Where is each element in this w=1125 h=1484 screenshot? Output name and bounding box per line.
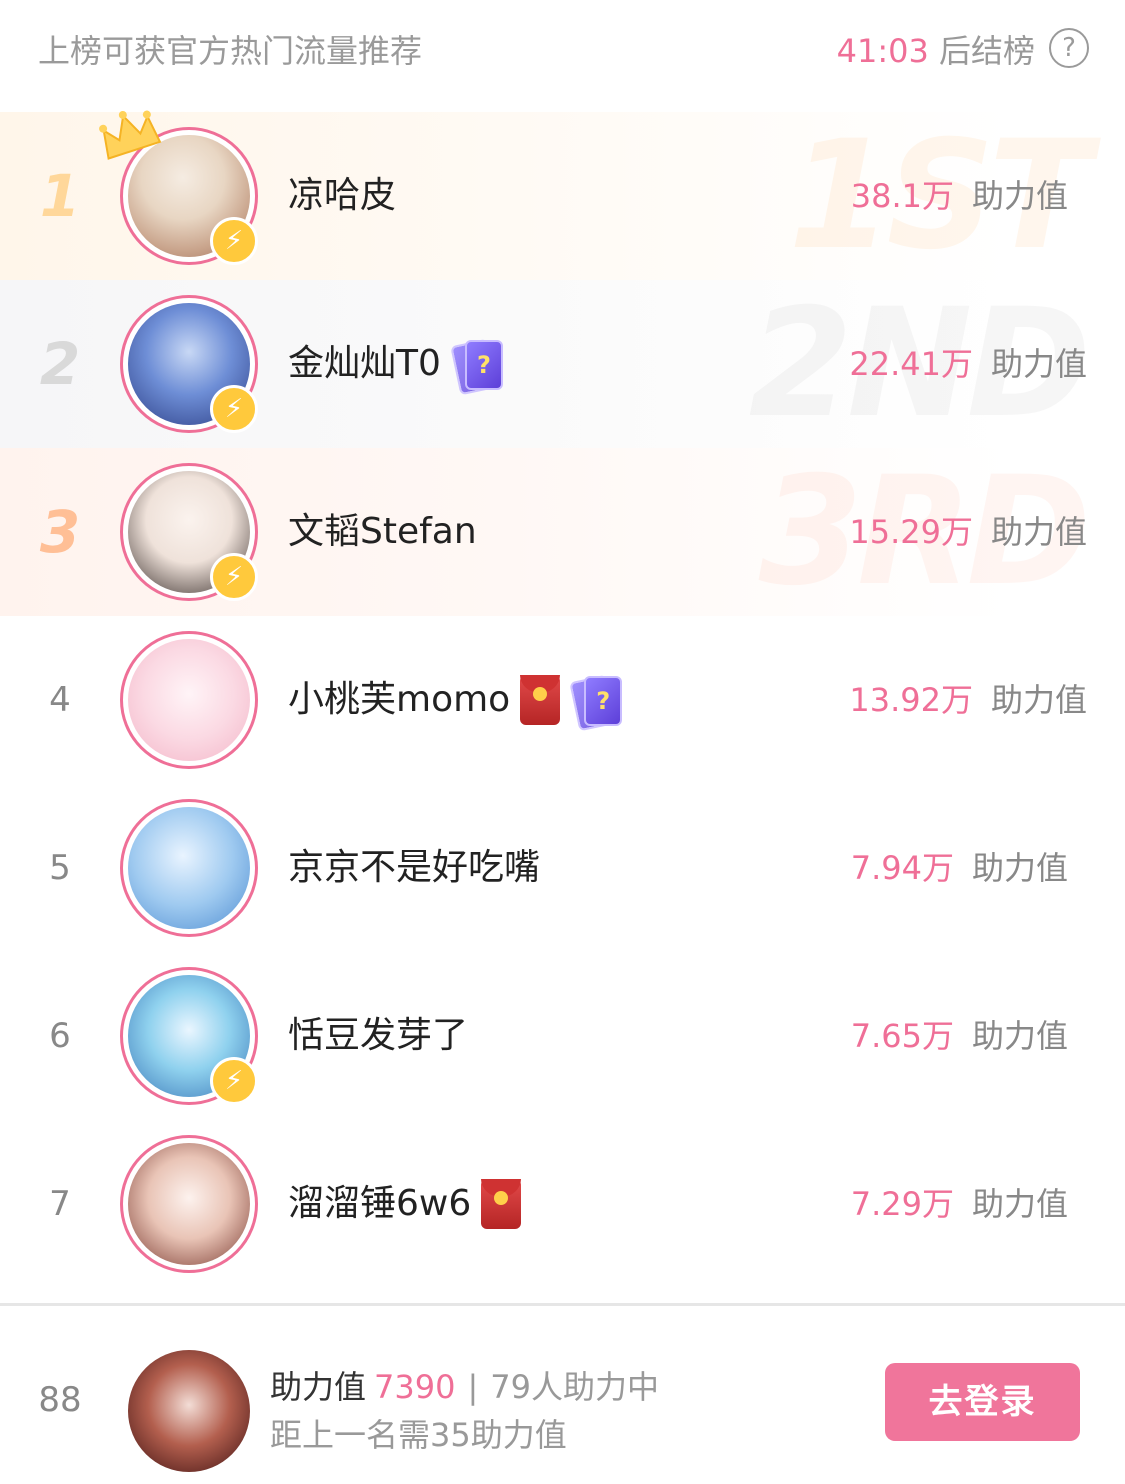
score-value: 38.1万 bbox=[850, 177, 954, 215]
rank-number: 7 bbox=[49, 1184, 71, 1224]
score-value: 13.92万 bbox=[849, 681, 973, 719]
avatar[interactable]: ⚡ bbox=[120, 967, 258, 1105]
mystery-card-icon: ? bbox=[450, 338, 503, 396]
score-unit: 助力值 bbox=[971, 849, 1068, 887]
lightning-bolt-icon: ⚡ bbox=[210, 553, 258, 601]
score-value: 7.29万 bbox=[850, 1185, 954, 1223]
score: 22.41万 助力值 bbox=[849, 280, 1087, 448]
my-rank-number: 88 bbox=[38, 1380, 82, 1420]
ranking-row[interactable]: 6 ⚡ 恬豆发芽了 7.65万 助力值 bbox=[0, 952, 1125, 1120]
my-score-label: 助力值 bbox=[270, 1368, 367, 1406]
user-name: 小桃芙momo ? bbox=[288, 616, 623, 784]
rank-number: 4 bbox=[49, 680, 71, 720]
helper-count: 79人助力中 bbox=[490, 1368, 659, 1406]
user-name: 京京不是好吃嘴 bbox=[288, 847, 541, 888]
user-name: 金灿灿T0 ? bbox=[288, 280, 503, 448]
score-value: 7.94万 bbox=[850, 849, 954, 887]
score: 15.29万 助力值 bbox=[849, 448, 1087, 616]
rank-number: 3 bbox=[39, 498, 81, 566]
my-score-line: 助力值 7390 | 79人助力中 bbox=[270, 1362, 659, 1408]
avatar[interactable]: ⚡ bbox=[99, 110, 258, 265]
score-unit: 助力值 bbox=[990, 513, 1087, 551]
countdown-suffix: 后结榜 bbox=[928, 32, 1035, 70]
ranking-list: 1ST 1 ⚡ 凉哈皮 38.1万助力值 2ND 2 ⚡ 金灿灿T0 ? 22.… bbox=[0, 110, 1125, 1288]
my-score-value: 7390 bbox=[374, 1368, 456, 1406]
avatar[interactable]: ⚡ bbox=[120, 463, 258, 601]
my-ranking-bar: 88 助力值 7390 | 79人助力中 距上一名需35助力值 去登录 bbox=[0, 1306, 1125, 1480]
ranking-row[interactable]: 3RD 3 ⚡ 文韬Stefan 15.29万 助力值 bbox=[0, 448, 1125, 616]
countdown: 41:03 后结榜 bbox=[837, 26, 1035, 72]
score: 7.29万 助力值 bbox=[851, 1120, 1068, 1288]
score: 7.65万 助力值 bbox=[851, 952, 1068, 1120]
user-name: 溜溜锤6w6 bbox=[288, 1120, 522, 1288]
score-unit: 助力值 bbox=[990, 681, 1087, 719]
rank-number: 1 bbox=[39, 162, 81, 230]
avatar[interactable] bbox=[120, 1135, 258, 1273]
score-unit: 助力值 bbox=[990, 345, 1087, 383]
ranking-row[interactable]: 1ST 1 ⚡ 凉哈皮 38.1万 助力值 bbox=[0, 110, 1125, 280]
lightning-bolt-icon: ⚡ bbox=[210, 385, 258, 433]
my-avatar[interactable] bbox=[120, 1342, 258, 1480]
score-value: 22.41万 bbox=[849, 345, 973, 383]
lightning-bolt-icon: ⚡ bbox=[210, 1057, 258, 1105]
score-value: 15.29万 bbox=[849, 513, 973, 551]
score-unit: 助力值 bbox=[971, 1185, 1068, 1223]
score-unit: 助力值 bbox=[971, 1017, 1068, 1055]
score-unit: 助力值 bbox=[971, 177, 1068, 215]
help-icon[interactable]: ? bbox=[1049, 28, 1089, 68]
red-envelope-icon bbox=[481, 1179, 522, 1229]
score: 7.94万 助力值 bbox=[851, 784, 1068, 952]
user-name: 凉哈皮 bbox=[288, 175, 397, 216]
mystery-card-icon: ? bbox=[569, 674, 623, 732]
avatar[interactable]: ⚡ bbox=[120, 295, 258, 433]
rank-number: 5 bbox=[49, 848, 71, 888]
user-name: 恬豆发芽了 bbox=[288, 1015, 469, 1056]
rank-number: 6 bbox=[49, 1016, 71, 1056]
gap-to-previous: 距上一名需35助力值 bbox=[270, 1416, 567, 1454]
header: 上榜可获官方热门流量推荐 41:03 后结榜 ? bbox=[0, 0, 1125, 100]
score: 13.92万 助力值 bbox=[849, 616, 1087, 784]
ranking-row[interactable]: 5 京京不是好吃嘴 7.94万 助力值 bbox=[0, 784, 1125, 952]
score-value: 7.65万 bbox=[850, 1017, 954, 1055]
login-button[interactable]: 去登录 bbox=[885, 1363, 1080, 1441]
rank-number: 2 bbox=[39, 330, 81, 398]
separator: | bbox=[467, 1368, 479, 1406]
ranking-row[interactable]: 2ND 2 ⚡ 金灿灿T0 ? 22.41万助力值 bbox=[0, 280, 1125, 448]
ranking-row[interactable]: 4 小桃芙momo ? 13.92万 助力值 bbox=[0, 616, 1125, 784]
ranking-row[interactable]: 7 溜溜锤6w6 7.29万 助力值 bbox=[0, 1120, 1125, 1288]
countdown-time: 41:03 bbox=[836, 32, 929, 70]
red-envelope-icon bbox=[520, 675, 561, 725]
lightning-bolt-icon: ⚡ bbox=[210, 217, 258, 265]
avatar[interactable] bbox=[120, 631, 258, 769]
user-name: 文韬Stefan bbox=[288, 511, 477, 552]
avatar[interactable] bbox=[120, 799, 258, 937]
promo-tip: 上榜可获官方热门流量推荐 bbox=[38, 32, 423, 70]
score: 38.1万 助力值 bbox=[851, 112, 1068, 280]
